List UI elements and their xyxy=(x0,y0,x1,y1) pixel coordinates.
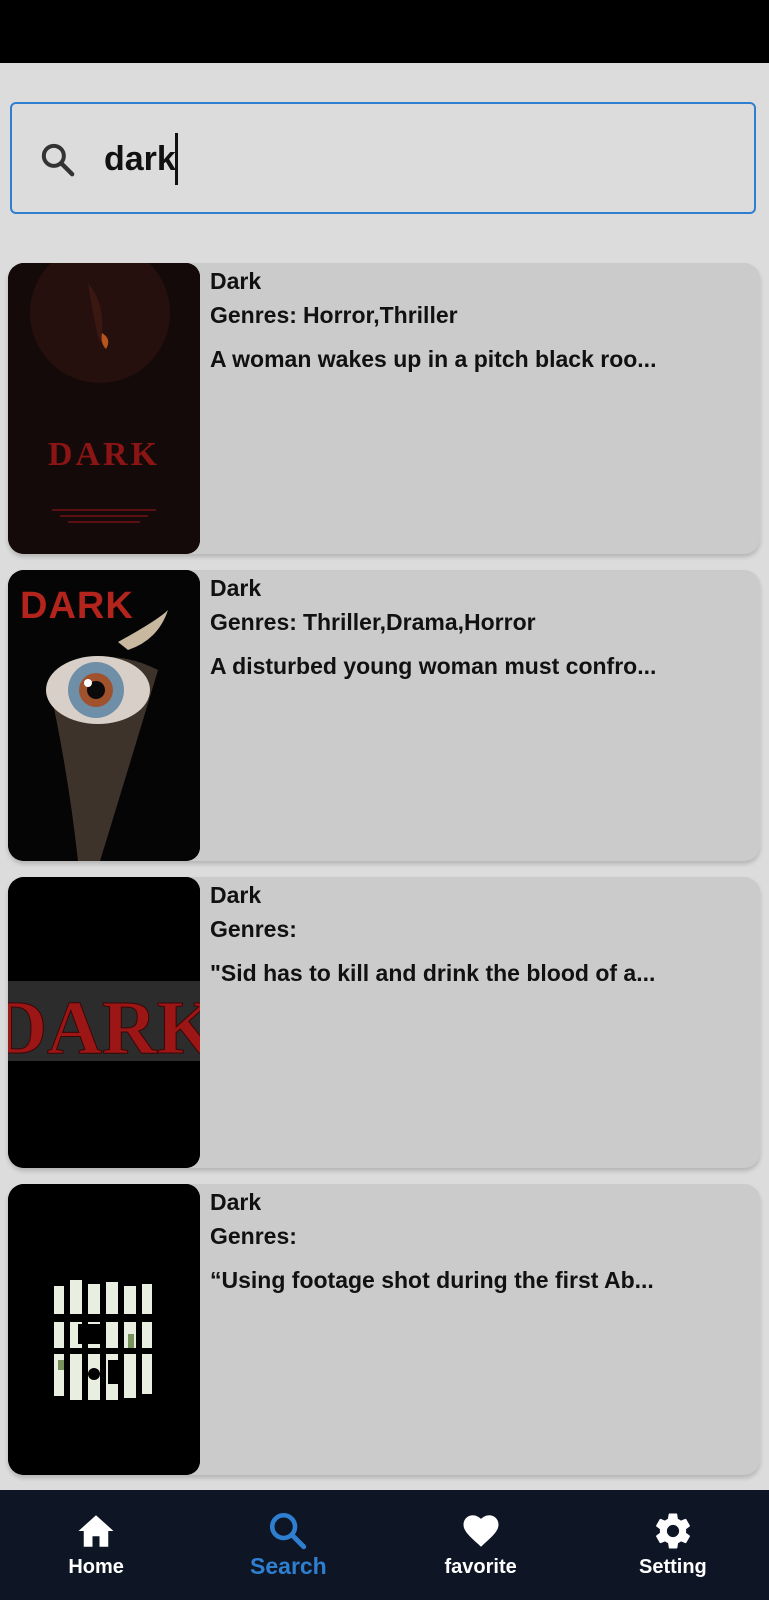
result-card[interactable]: DARK Dark Genres: Horror,Thriller A woman… xyxy=(8,263,760,554)
svg-text:DARK: DARK xyxy=(20,585,134,627)
text-caret xyxy=(175,133,178,185)
gear-icon xyxy=(655,1513,690,1549)
bottom-navigation: Home Search favorite Setting xyxy=(0,1490,769,1600)
nav-item-setting[interactable]: Setting xyxy=(577,1490,769,1600)
movie-poster: DARK xyxy=(8,877,200,1168)
search-box[interactable] xyxy=(10,102,756,214)
nav-label: Search xyxy=(250,1553,327,1579)
nav-label: favorite xyxy=(444,1556,517,1578)
genres-value: Horror,Thriller xyxy=(302,302,458,328)
movie-description: A disturbed young woman must confro... xyxy=(210,653,657,679)
results-list: DARK Dark Genres: Horror,Thriller A woman… xyxy=(8,263,760,1491)
movie-genres: Genres: xyxy=(210,1223,303,1250)
search-icon xyxy=(270,1512,307,1550)
movie-description: A woman wakes up in a pitch black roo... xyxy=(210,346,657,372)
movie-poster: DARK xyxy=(8,263,200,554)
movie-poster xyxy=(8,1184,200,1475)
movie-title: Dark xyxy=(210,268,262,294)
movie-title: Dark xyxy=(210,575,262,601)
movie-title: Dark xyxy=(210,882,262,908)
movie-poster: DARK xyxy=(8,570,200,861)
genres-value: Thriller,Drama,Horror xyxy=(302,609,536,635)
status-bar xyxy=(0,0,769,63)
heart-icon xyxy=(463,1515,499,1547)
nav-item-home[interactable]: Home xyxy=(0,1490,192,1600)
svg-text:DARK: DARK xyxy=(48,436,160,473)
result-card[interactable]: DARK Dark Genres: "Sid has to kill and d… xyxy=(8,877,760,1168)
movie-title: Dark xyxy=(210,1189,262,1215)
search-icon xyxy=(41,143,75,177)
movie-genres: Genres: Thriller,Drama,Horror xyxy=(210,609,536,636)
movie-genres: Genres: Horror,Thriller xyxy=(210,302,458,329)
genres-label: Genres: xyxy=(210,1223,297,1249)
nav-item-favorite[interactable]: favorite xyxy=(385,1490,577,1600)
result-card[interactable]: DARK Dark Genres: Thriller,Drama,Horror A… xyxy=(8,570,760,861)
movie-genres: Genres: xyxy=(210,916,303,943)
movie-description: "Sid has to kill and drink the blood of … xyxy=(210,960,656,986)
genres-label: Genres: xyxy=(210,302,297,328)
genres-label: Genres: xyxy=(210,916,297,942)
nav-item-search[interactable]: Search xyxy=(192,1490,384,1600)
result-card[interactable]: Dark Genres: “Using footage shot during … xyxy=(8,1184,760,1475)
search-input[interactable] xyxy=(104,134,724,184)
movie-description: “Using footage shot during the first Ab.… xyxy=(210,1267,654,1293)
nav-label: Setting xyxy=(638,1556,707,1578)
genres-label: Genres: xyxy=(210,609,297,635)
nav-label: Home xyxy=(68,1556,124,1578)
home-icon xyxy=(78,1515,114,1547)
svg-text:DARK: DARK xyxy=(8,986,200,1070)
